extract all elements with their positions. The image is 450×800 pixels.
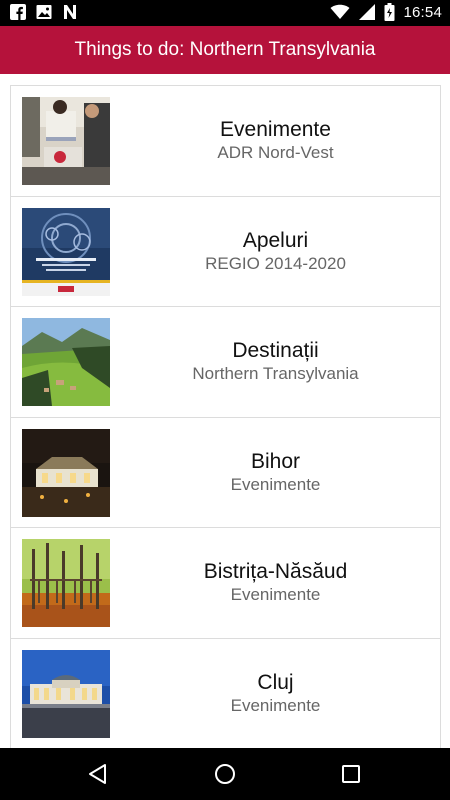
list-item-bihor[interactable]: Bihor Evenimente — [11, 417, 440, 528]
n-logo-icon — [64, 5, 76, 19]
home-icon — [215, 764, 235, 784]
night-building-icon — [22, 428, 110, 517]
thumbnail-event-photo — [22, 97, 110, 185]
list-item-subtitle: ADR Nord-Vest — [217, 143, 334, 163]
thumbnail-regio-cover — [22, 207, 110, 296]
casino-building-icon — [22, 649, 110, 738]
battery-icon — [384, 3, 395, 21]
mountain-landscape-icon — [22, 318, 110, 406]
wifi-icon — [330, 4, 350, 19]
thumbnail-mountain-landscape — [22, 318, 110, 406]
facebook-icon — [10, 4, 26, 20]
list-item-subtitle: Evenimente — [230, 695, 321, 715]
list-item-text: Cluj Evenimente — [111, 639, 440, 749]
thumbnail-autumn-forest — [22, 539, 110, 627]
list-container[interactable]: Evenimente ADR Nord-Vest Apeluri REGIO 2… — [0, 74, 450, 748]
list-item-subtitle: REGIO 2014-2020 — [205, 253, 346, 273]
system-icons: 16:54 — [330, 3, 442, 21]
list-item-text: Bihor Evenimente — [111, 418, 440, 528]
list-item-text: Bistrița-Năsăud Evenimente — [111, 528, 440, 638]
list-item-evenimente[interactable]: Evenimente ADR Nord-Vest — [11, 86, 440, 197]
image-icon — [36, 5, 52, 19]
list-item-title: Cluj — [257, 670, 294, 694]
back-button[interactable] — [85, 761, 111, 787]
thumbnail-casino-building — [22, 649, 110, 738]
regio-cover-icon — [22, 207, 110, 296]
recents-icon — [342, 765, 360, 783]
status-bar: 16:54 — [0, 0, 450, 26]
list-item-subtitle: Northern Transylvania — [192, 364, 359, 384]
list-item-title: Apeluri — [242, 228, 309, 252]
event-photo-icon — [22, 97, 110, 185]
list-item-subtitle: Evenimente — [230, 474, 321, 494]
signal-icon — [359, 4, 376, 20]
list-item-subtitle: Evenimente — [230, 585, 321, 605]
list-item-title: Bistrița-Năsăud — [203, 560, 348, 584]
list-item-destinatii[interactable]: Destinații Northern Transylvania — [11, 307, 440, 418]
home-button[interactable] — [212, 761, 238, 787]
list-item-title: Evenimente — [220, 118, 331, 142]
app-bar: Things to do: Northern Transylvania — [0, 26, 450, 74]
list-item-cluj[interactable]: Cluj Evenimente — [11, 638, 440, 749]
back-icon — [89, 764, 106, 784]
page-title: Things to do: Northern Transylvania — [74, 39, 376, 60]
thumbnail-night-building — [22, 428, 110, 517]
list-item-apeluri[interactable]: Apeluri REGIO 2014-2020 — [11, 196, 440, 307]
status-time: 16:54 — [403, 3, 442, 21]
list-item-text: Evenimente ADR Nord-Vest — [111, 86, 440, 196]
recents-button[interactable] — [338, 761, 364, 787]
notification-icons — [10, 4, 78, 20]
list-item-bistrita-nasaud[interactable]: Bistrița-Năsăud Evenimente — [11, 528, 440, 639]
autumn-forest-icon — [22, 539, 110, 627]
navigation-bar — [0, 748, 450, 800]
list-item-title: Bihor — [250, 449, 301, 473]
list-item-text: Apeluri REGIO 2014-2020 — [111, 197, 440, 307]
list-item-title: Destinații — [232, 339, 319, 363]
list-item-text: Destinații Northern Transylvania — [111, 307, 440, 417]
things-to-do-list: Evenimente ADR Nord-Vest Apeluri REGIO 2… — [10, 85, 441, 748]
